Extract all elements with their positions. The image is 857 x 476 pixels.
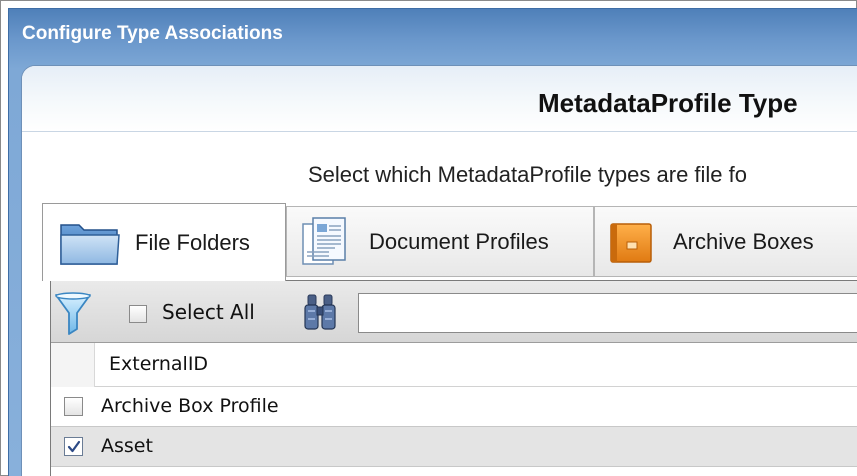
tab-document-profiles[interactable]: Document Profiles [286,206,594,277]
table-row[interactable]: Asset [51,427,857,467]
grid-toolbar: Select All [51,281,857,343]
page-title: MetadataProfile Type [538,88,798,118]
row-checkbox[interactable] [64,437,83,456]
filter-icon[interactable] [53,291,93,337]
tab-strip: File Folders Document Profiles Archive B… [22,203,857,281]
column-header-externalid[interactable]: ExternalID [109,353,208,375]
instruction-text: Select which MetadataProfile types are f… [308,162,748,187]
table-row[interactable]: Archive Box Profile [51,387,857,427]
archive-box-icon [609,220,653,264]
row-label: Archive Box Profile [101,395,279,417]
dialog-window: Configure Type Associations MetadataProf… [8,8,857,476]
checkmark-icon [67,440,81,453]
tab-file-folders[interactable]: File Folders [42,203,286,281]
tab-label: Document Profiles [369,228,549,254]
column-header-row: ExternalID [51,343,857,387]
binoculars-icon[interactable] [301,293,339,333]
tab-label: Archive Boxes [673,228,814,254]
document-icon [299,214,355,270]
row-checkbox[interactable] [64,397,83,416]
tab-label: File Folders [135,229,250,255]
column-header-check-cell [51,343,95,387]
dialog-client-area: MetadataProfile Type Select which Metada… [21,65,857,476]
tab-archive-boxes[interactable]: Archive Boxes [594,206,857,277]
screenshot-frame: Configure Type Associations MetadataProf… [0,0,857,476]
associations-grid: Select All ExternalID Archive Box Profil… [50,280,857,476]
row-label: Asset [101,435,153,457]
folder-icon [59,219,121,267]
search-input[interactable] [358,293,857,333]
select-all-checkbox[interactable] [129,305,147,323]
window-title: Configure Type Associations [22,23,283,44]
select-all-label: Select All [162,300,255,324]
header-band: MetadataProfile Type [22,66,857,132]
